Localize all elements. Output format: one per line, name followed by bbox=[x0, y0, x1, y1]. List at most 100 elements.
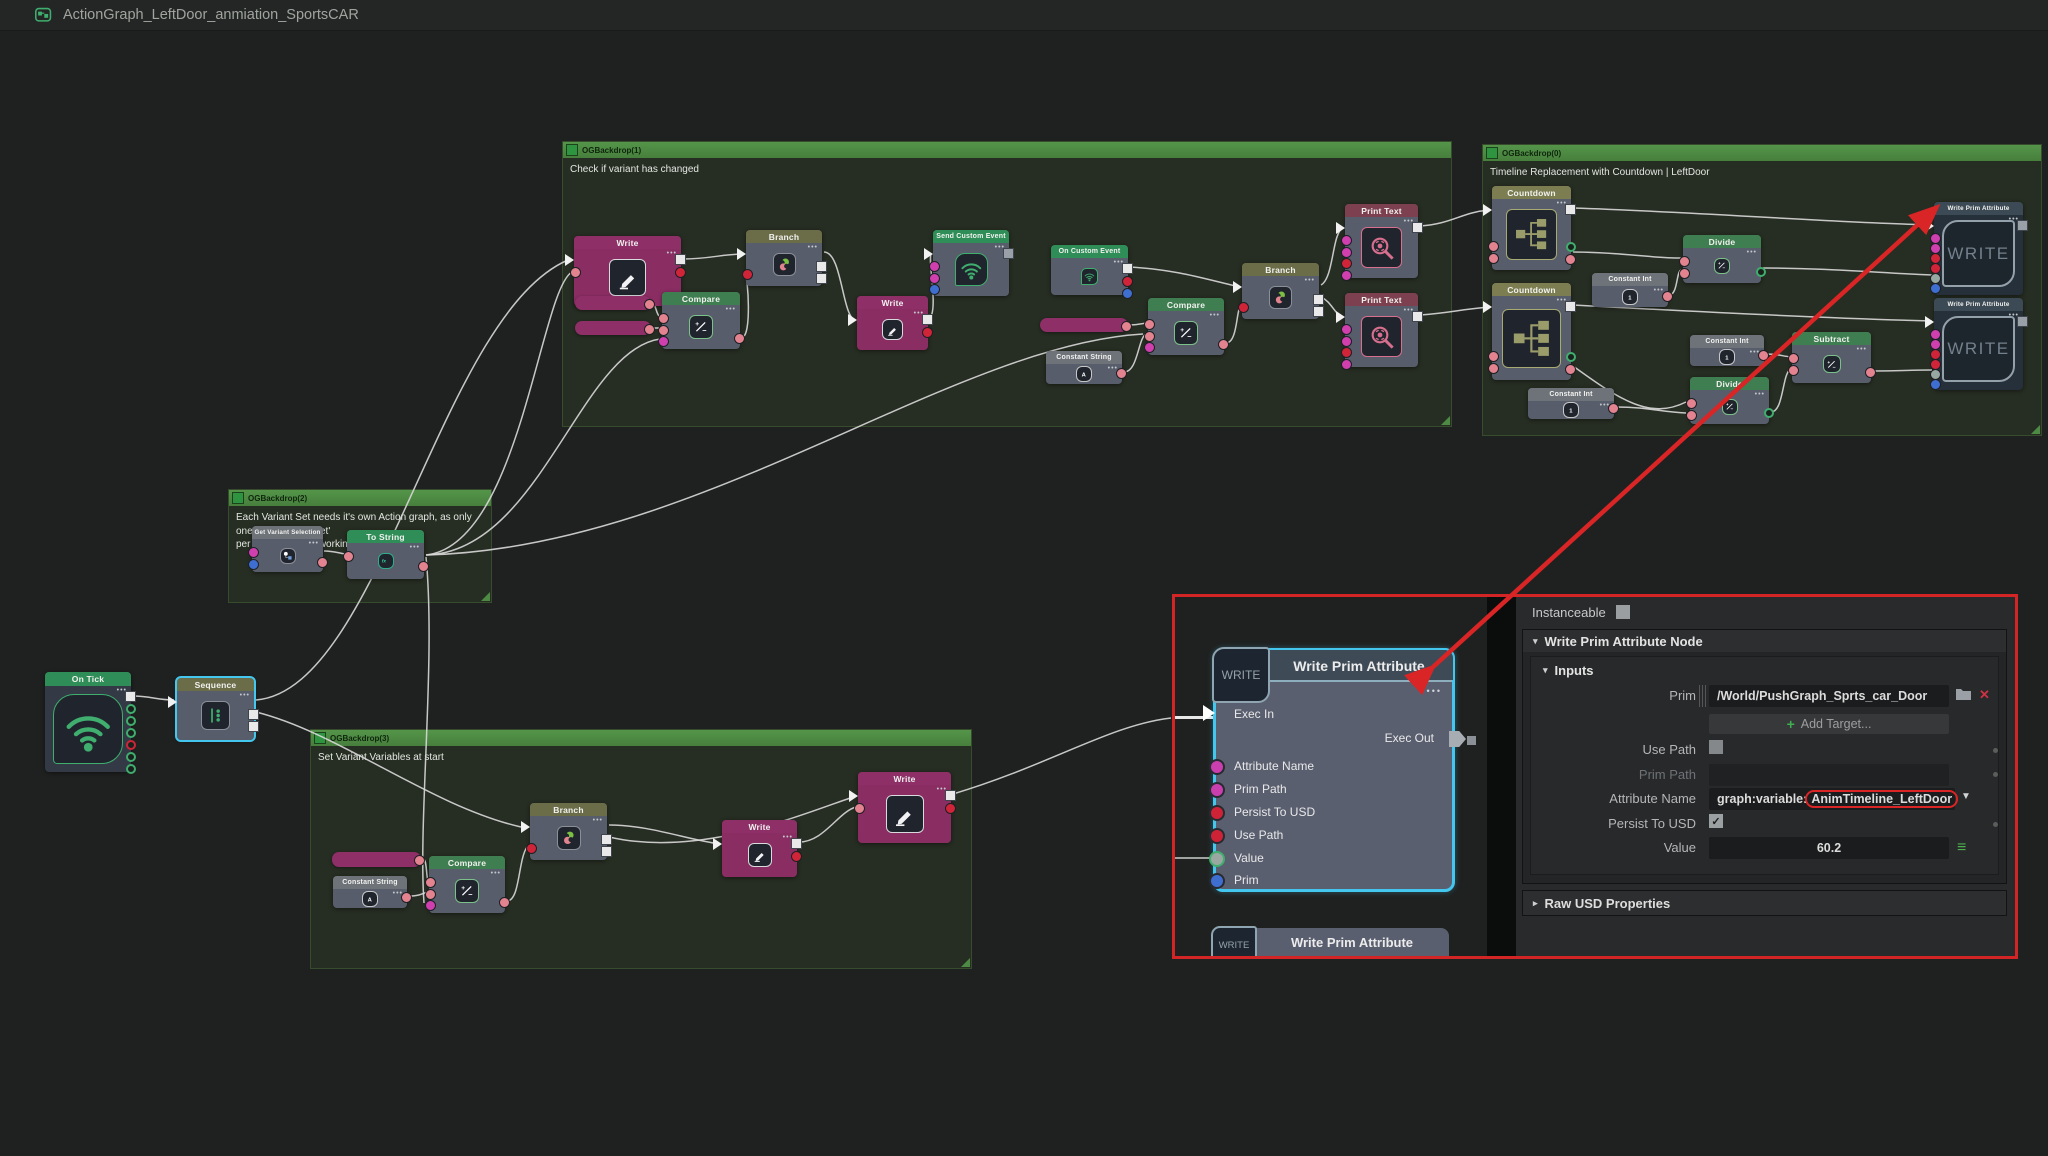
group-header[interactable]: OGBackdrop(0) bbox=[1483, 145, 2041, 161]
write-prim-attribute-node-preview-2[interactable]: WRITE Write Prim Attribute ••• bbox=[1213, 928, 1449, 956]
exec-out-port[interactable] bbox=[2017, 316, 2028, 327]
input-port[interactable] bbox=[1238, 302, 1249, 313]
exec-in-port[interactable] bbox=[1203, 705, 1215, 721]
raw-usd-properties-header[interactable]: ▸ Raw USD Properties bbox=[1522, 890, 2007, 916]
output-port[interactable] bbox=[1122, 276, 1133, 287]
output-port[interactable] bbox=[791, 851, 802, 862]
node-constant-int-1[interactable]: Constant Int•••1 bbox=[1592, 273, 1668, 307]
folder-icon[interactable] bbox=[1955, 687, 1972, 701]
exec-in-port[interactable] bbox=[168, 696, 177, 708]
output-port[interactable] bbox=[126, 752, 136, 762]
collapsed-variable-node[interactable] bbox=[1040, 318, 1128, 332]
inputs-header[interactable]: ▾ Inputs bbox=[1543, 663, 1594, 678]
node-write-prim-attribute-1[interactable]: Write Prim Attribute•••WRITE bbox=[1934, 202, 2023, 295]
hamburger-icon[interactable]: ≡ bbox=[1957, 840, 1966, 856]
input-port[interactable] bbox=[248, 547, 259, 558]
drag-handle[interactable] bbox=[1699, 685, 1707, 707]
node-branch-3[interactable]: Branch••• bbox=[530, 803, 607, 860]
output-port[interactable] bbox=[126, 716, 136, 726]
output-port[interactable] bbox=[1758, 350, 1769, 361]
exec-out-port[interactable] bbox=[1412, 222, 1423, 233]
input-port[interactable] bbox=[425, 877, 436, 888]
input-port[interactable] bbox=[1679, 268, 1690, 279]
input-port[interactable] bbox=[1341, 270, 1352, 281]
input-port[interactable] bbox=[1341, 336, 1352, 347]
input-port[interactable] bbox=[570, 267, 581, 278]
output-port[interactable] bbox=[816, 273, 827, 284]
input-port[interactable] bbox=[1144, 331, 1155, 342]
group-backdrop-3[interactable]: OGBackdrop(3) Set Variant Variables at s… bbox=[310, 729, 972, 969]
output-port[interactable] bbox=[126, 740, 136, 750]
prim-path-port[interactable] bbox=[1209, 782, 1225, 798]
input-port[interactable] bbox=[1930, 379, 1941, 390]
input-port[interactable] bbox=[658, 325, 669, 336]
prim-path-input[interactable] bbox=[1709, 764, 1949, 786]
node-menu-dots[interactable]: ••• bbox=[1427, 686, 1442, 696]
exec-in-port[interactable] bbox=[1336, 222, 1345, 234]
exec-in-port[interactable] bbox=[737, 248, 746, 260]
input-port[interactable] bbox=[1144, 342, 1155, 353]
input-port[interactable] bbox=[1488, 351, 1499, 362]
node-write-4[interactable]: Write••• bbox=[858, 772, 951, 843]
exec-in-port[interactable] bbox=[924, 248, 933, 260]
output-port[interactable] bbox=[675, 267, 686, 278]
output-port[interactable] bbox=[1566, 352, 1576, 362]
node-compare-1[interactable]: Compare•••+− bbox=[662, 292, 740, 349]
node-print-text-2[interactable]: Print Text••• bbox=[1345, 293, 1418, 367]
output-port[interactable] bbox=[1122, 288, 1133, 299]
node-send-custom-event[interactable]: Send Custom Event••• bbox=[933, 230, 1009, 296]
output-port[interactable] bbox=[1565, 364, 1576, 375]
input-port[interactable] bbox=[742, 269, 753, 280]
output-port[interactable] bbox=[418, 561, 429, 572]
value-port[interactable] bbox=[1209, 851, 1225, 867]
output-port[interactable] bbox=[1116, 368, 1127, 379]
output-port[interactable] bbox=[126, 728, 136, 738]
output-port[interactable] bbox=[1565, 254, 1576, 265]
group-header[interactable]: OGBackdrop(3) bbox=[311, 730, 971, 746]
attribute-name-port[interactable] bbox=[1209, 759, 1225, 775]
exec-in-port[interactable] bbox=[1925, 220, 1934, 232]
input-port[interactable] bbox=[1788, 365, 1799, 376]
input-port[interactable] bbox=[658, 313, 669, 324]
input-port[interactable] bbox=[1686, 398, 1697, 409]
output-port[interactable] bbox=[248, 721, 259, 732]
output-port[interactable] bbox=[601, 846, 612, 857]
persist-to-usd-port[interactable] bbox=[1209, 805, 1225, 821]
input-port[interactable] bbox=[1341, 324, 1352, 335]
exec-out-port[interactable] bbox=[1449, 731, 1466, 747]
node-on-tick[interactable]: On Tick••• bbox=[45, 672, 131, 772]
use-path-port[interactable] bbox=[1209, 828, 1225, 844]
output-port[interactable] bbox=[1756, 267, 1766, 277]
output-port[interactable] bbox=[601, 834, 612, 845]
input-port[interactable] bbox=[929, 273, 940, 284]
output-port[interactable] bbox=[1764, 408, 1774, 418]
input-port[interactable] bbox=[343, 551, 354, 562]
input-port[interactable] bbox=[1488, 363, 1499, 374]
node-constant-int-2[interactable]: Constant Int•••1 bbox=[1690, 335, 1764, 366]
input-port[interactable] bbox=[1788, 353, 1799, 364]
input-port[interactable] bbox=[1679, 256, 1690, 267]
write-prim-attribute-node-preview[interactable]: Write Prim Attribute WRITE ••• Exec In E… bbox=[1213, 648, 1455, 892]
output-port[interactable] bbox=[734, 333, 745, 344]
persist-checkbox[interactable]: ✓ bbox=[1709, 814, 1723, 828]
output-port[interactable] bbox=[1566, 242, 1576, 252]
node-constant-string-2[interactable]: Constant String•••A bbox=[333, 876, 407, 908]
output-port[interactable] bbox=[1313, 306, 1324, 317]
output-port[interactable] bbox=[644, 324, 655, 335]
node-sequence[interactable]: Sequence••• bbox=[177, 678, 254, 740]
node-divide-2[interactable]: Divide•••+− bbox=[1690, 377, 1769, 424]
exec-out-port[interactable] bbox=[2017, 220, 2028, 231]
output-port[interactable] bbox=[317, 557, 328, 568]
output-port[interactable] bbox=[1218, 339, 1229, 350]
collapsed-variable-node[interactable] bbox=[575, 296, 651, 310]
input-port[interactable] bbox=[929, 261, 940, 272]
group-header[interactable]: OGBackdrop(1) bbox=[563, 142, 1451, 158]
input-port[interactable] bbox=[658, 336, 669, 347]
node-subtract[interactable]: Subtract•••+− bbox=[1792, 332, 1871, 383]
output-port[interactable] bbox=[401, 892, 412, 903]
input-port[interactable] bbox=[1488, 253, 1499, 264]
node-countdown-2[interactable]: Countdown••• bbox=[1492, 283, 1571, 380]
exec-out-port[interactable] bbox=[945, 790, 956, 801]
remove-target-icon[interactable]: ✕ bbox=[1979, 687, 1990, 703]
node-to-string[interactable]: To String•••fx bbox=[347, 530, 424, 579]
